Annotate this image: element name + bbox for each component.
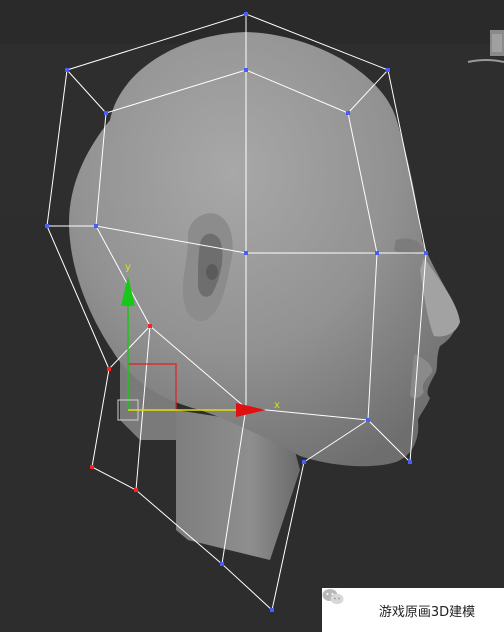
vertex [270, 608, 274, 612]
vertex [302, 460, 306, 464]
vertex [220, 562, 224, 566]
watermark-text: 游戏原画3D建模 [378, 604, 476, 620]
vertex [386, 68, 390, 72]
selected-vertex [134, 488, 138, 492]
selected-vertex [148, 324, 152, 328]
wechat-icon [322, 589, 373, 619]
watermark: 游戏原画3D建模 [322, 588, 504, 632]
selected-vertex [90, 465, 94, 469]
vertex [424, 251, 428, 255]
vertex [346, 111, 350, 115]
vertex [45, 224, 49, 228]
gizmo-y-label: y [125, 262, 131, 273]
vertex [244, 68, 248, 72]
vertex [244, 12, 248, 16]
vertex [408, 460, 412, 464]
viewcube-icon[interactable] [466, 28, 504, 68]
ear-canal [206, 264, 218, 280]
selected-vertex [107, 367, 111, 371]
vertex [366, 418, 370, 422]
gizmo-x-label: x [274, 400, 280, 411]
viewcube-shape [467, 30, 504, 63]
vertex [375, 251, 379, 255]
vertex [94, 224, 98, 228]
3d-viewport[interactable]: y x 游戏原画3D建模 [0, 0, 504, 632]
scene-svg[interactable]: y x [0, 0, 504, 632]
vertex [65, 68, 69, 72]
vertex [104, 111, 108, 115]
vertex [244, 251, 248, 255]
